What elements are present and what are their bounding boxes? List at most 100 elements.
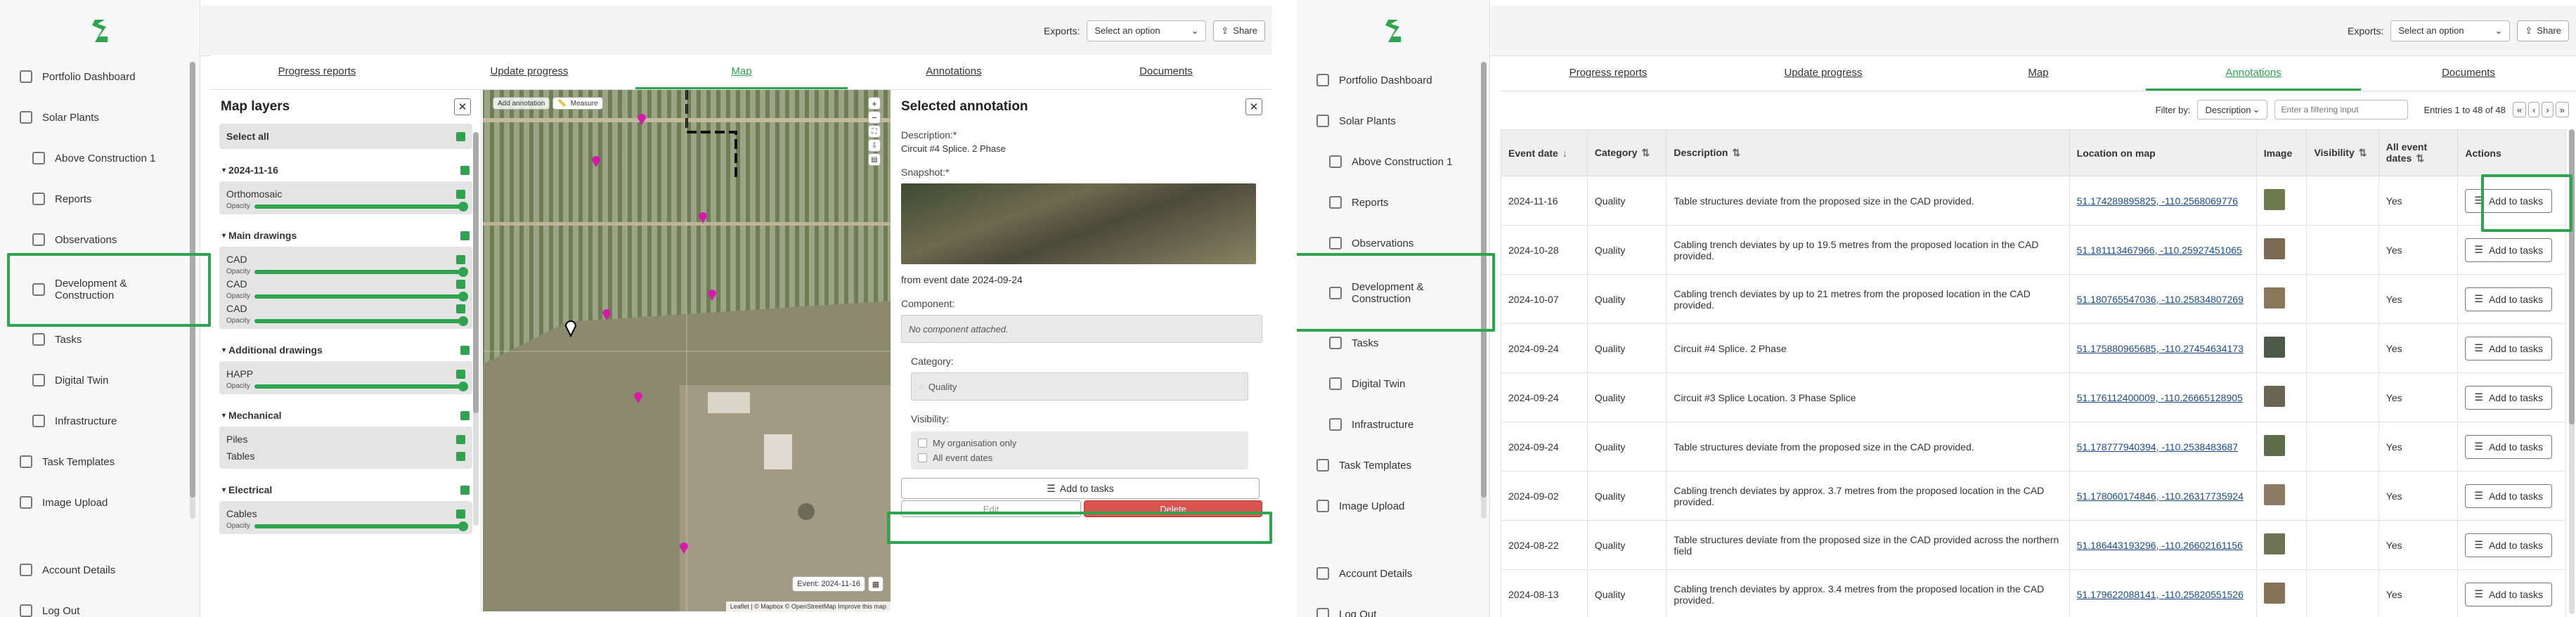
layer-row[interactable]: Cables bbox=[226, 505, 465, 522]
measure-button[interactable]: 📏 Measure bbox=[552, 97, 603, 110]
column-header-visibility[interactable]: Visibility ⇅ bbox=[2306, 129, 2379, 176]
exports-select[interactable]: Select an option ⌄ bbox=[1087, 20, 1207, 41]
select-all-checkbox[interactable] bbox=[456, 131, 465, 141]
layer-checkbox[interactable] bbox=[456, 254, 465, 264]
tab-progress-reports[interactable]: Progress reports bbox=[1501, 56, 1716, 91]
layer-group-checkbox[interactable] bbox=[460, 230, 470, 240]
add-to-tasks-button[interactable]: ☰ Add to tasks bbox=[2465, 582, 2552, 606]
event-badge[interactable]: Event: 2024-11-16 bbox=[792, 576, 865, 592]
layer-group-header[interactable]: ▾ Electrical bbox=[219, 479, 472, 501]
snapshot-image[interactable] bbox=[901, 183, 1256, 264]
sidebar-item-development-construction[interactable]: Development & Construction bbox=[1297, 264, 1489, 323]
zoom-in-button[interactable]: + bbox=[868, 97, 881, 110]
tab-annotations[interactable]: Annotations bbox=[848, 55, 1060, 89]
sidebar-item-digital-twin[interactable]: Digital Twin bbox=[1297, 363, 1489, 404]
tab-progress-reports[interactable]: Progress reports bbox=[211, 55, 423, 89]
location-link[interactable]: 51.176112400009, -110.26665128905 bbox=[2077, 392, 2243, 403]
add-to-tasks-button[interactable]: ☰ Add to tasks bbox=[2465, 483, 2552, 508]
layer-checkbox[interactable] bbox=[456, 451, 465, 461]
add-to-tasks-button[interactable]: ☰ Add to tasks bbox=[901, 478, 1260, 499]
layers-scrollbar[interactable] bbox=[473, 132, 479, 526]
sidebar-item-infrastructure[interactable]: Infrastructure bbox=[0, 401, 200, 441]
zoom-out-button[interactable]: − bbox=[868, 111, 881, 124]
layer-group-header[interactable]: ▾ Additional drawings bbox=[219, 339, 472, 361]
sidebar-item-portfolio-dashboard[interactable]: Portfolio Dashboard bbox=[0, 56, 200, 97]
add-to-tasks-button[interactable]: ☰ Add to tasks bbox=[2465, 336, 2552, 361]
layer-row[interactable]: CAD bbox=[226, 251, 465, 268]
share-button[interactable]: ⇪ Share bbox=[1213, 20, 1265, 41]
sidebar-item-reports[interactable]: Reports bbox=[1297, 182, 1489, 223]
delete-button[interactable]: Delete bbox=[1084, 500, 1262, 517]
sidebar-item-infrastructure[interactable]: Infrastructure bbox=[1297, 404, 1489, 445]
sidebar-item-development-construction[interactable]: Development & Construction bbox=[0, 260, 200, 319]
sidebar-item-observations[interactable]: Observations bbox=[0, 219, 200, 260]
thumbnail-image[interactable] bbox=[2263, 533, 2285, 554]
tab-map[interactable]: Map bbox=[635, 55, 848, 89]
layer-group-checkbox[interactable] bbox=[460, 410, 470, 420]
share-button[interactable]: ⇪ Share bbox=[2517, 20, 2569, 41]
calendar-icon[interactable]: ▦ bbox=[868, 576, 884, 592]
location-link[interactable]: 51.178060174846, -110.26317735924 bbox=[2077, 491, 2244, 502]
add-to-tasks-button[interactable]: ☰ Add to tasks bbox=[2465, 188, 2552, 213]
opacity-slider[interactable] bbox=[254, 381, 469, 391]
sidebar-item-log-out[interactable]: Log Out bbox=[1297, 594, 1489, 617]
all-event-dates-checkbox[interactable] bbox=[918, 453, 927, 462]
sidebar-item-image-upload[interactable]: Image Upload bbox=[0, 482, 200, 523]
layer-group-header[interactable]: ▾ 2024-11-16 bbox=[219, 159, 472, 181]
column-header-all-event-dates[interactable]: All event dates ⇅ bbox=[2378, 129, 2459, 176]
layer-group-checkbox[interactable] bbox=[460, 345, 470, 355]
sidebar-item-reports[interactable]: Reports bbox=[0, 178, 200, 219]
thumbnail-image[interactable] bbox=[2263, 435, 2285, 456]
exports-select[interactable]: Select an option ⌄ bbox=[2390, 20, 2511, 41]
sidebar-item-task-templates[interactable]: Task Templates bbox=[0, 441, 200, 482]
sidebar-item-above-construction-1[interactable]: Above Construction 1 bbox=[1297, 141, 1489, 182]
layer-row[interactable]: CAD bbox=[226, 275, 465, 292]
location-link[interactable]: 51.186443193296, -110.26602161156 bbox=[2077, 540, 2243, 551]
visibility-org-checkbox[interactable] bbox=[918, 439, 927, 448]
layer-checkbox[interactable] bbox=[456, 279, 465, 289]
pager-first[interactable]: « bbox=[2512, 102, 2527, 117]
thumbnail-image[interactable] bbox=[2263, 484, 2285, 505]
location-link[interactable]: 51.174289895825, -110.2568069776 bbox=[2077, 195, 2238, 207]
layer-checkbox[interactable] bbox=[456, 189, 465, 199]
column-header-category[interactable]: Category ⇅ bbox=[1586, 129, 1667, 176]
sidebar-item-solar-plants[interactable]: Solar Plants bbox=[0, 97, 200, 138]
sidebar-item-tasks[interactable]: Tasks bbox=[0, 319, 200, 360]
tab-update-progress[interactable]: Update progress bbox=[1716, 56, 1931, 91]
download-icon[interactable]: ⇩ bbox=[868, 139, 881, 152]
tab-update-progress[interactable]: Update progress bbox=[423, 55, 635, 89]
tab-documents[interactable]: Documents bbox=[2361, 56, 2576, 91]
add-to-tasks-button[interactable]: ☰ Add to tasks bbox=[2465, 533, 2552, 557]
thumbnail-image[interactable] bbox=[2263, 189, 2285, 210]
layer-row[interactable]: Tables bbox=[226, 448, 465, 465]
thumbnail-image[interactable] bbox=[2263, 287, 2285, 308]
fullscreen-button[interactable]: ⛶ bbox=[868, 125, 881, 138]
layer-checkbox[interactable] bbox=[456, 304, 465, 313]
layer-group-checkbox[interactable] bbox=[460, 485, 470, 495]
close-annotation-button[interactable]: ✕ bbox=[1245, 98, 1262, 115]
thumbnail-image[interactable] bbox=[2263, 386, 2285, 407]
sidebar-scrollbar[interactable] bbox=[190, 62, 195, 519]
add-to-tasks-button[interactable]: ☰ Add to tasks bbox=[2465, 434, 2552, 459]
layer-row[interactable]: HAPP bbox=[226, 365, 465, 382]
column-header-description[interactable]: Description ⇅ bbox=[1666, 129, 2070, 176]
layers-icon[interactable]: ▤ bbox=[868, 153, 881, 166]
edit-button[interactable]: Edit bbox=[901, 500, 1081, 517]
tab-map[interactable]: Map bbox=[1931, 56, 2146, 91]
pager-next[interactable]: › bbox=[2542, 102, 2554, 117]
filter-input[interactable] bbox=[2274, 100, 2409, 119]
layer-checkbox[interactable] bbox=[456, 434, 465, 444]
layer-group-header[interactable]: ▾ Main drawings bbox=[219, 224, 472, 247]
opacity-slider[interactable] bbox=[254, 266, 469, 277]
sidebar-item-observations[interactable]: Observations bbox=[1297, 223, 1489, 264]
opacity-slider[interactable] bbox=[254, 316, 469, 326]
pager-last[interactable]: » bbox=[2555, 102, 2569, 117]
sidebar-item-account-details[interactable]: Account Details bbox=[1297, 553, 1489, 594]
add-to-tasks-button[interactable]: ☰ Add to tasks bbox=[2465, 385, 2552, 410]
layer-group-header[interactable]: ▾ Mechanical bbox=[219, 404, 472, 427]
opacity-slider[interactable] bbox=[254, 201, 469, 212]
sidebar-item-task-templates[interactable]: Task Templates bbox=[1297, 445, 1489, 486]
filter-select[interactable]: Description ⌄ bbox=[2197, 100, 2268, 119]
layer-group-checkbox[interactable] bbox=[460, 165, 470, 175]
thumbnail-image[interactable] bbox=[2263, 337, 2285, 358]
